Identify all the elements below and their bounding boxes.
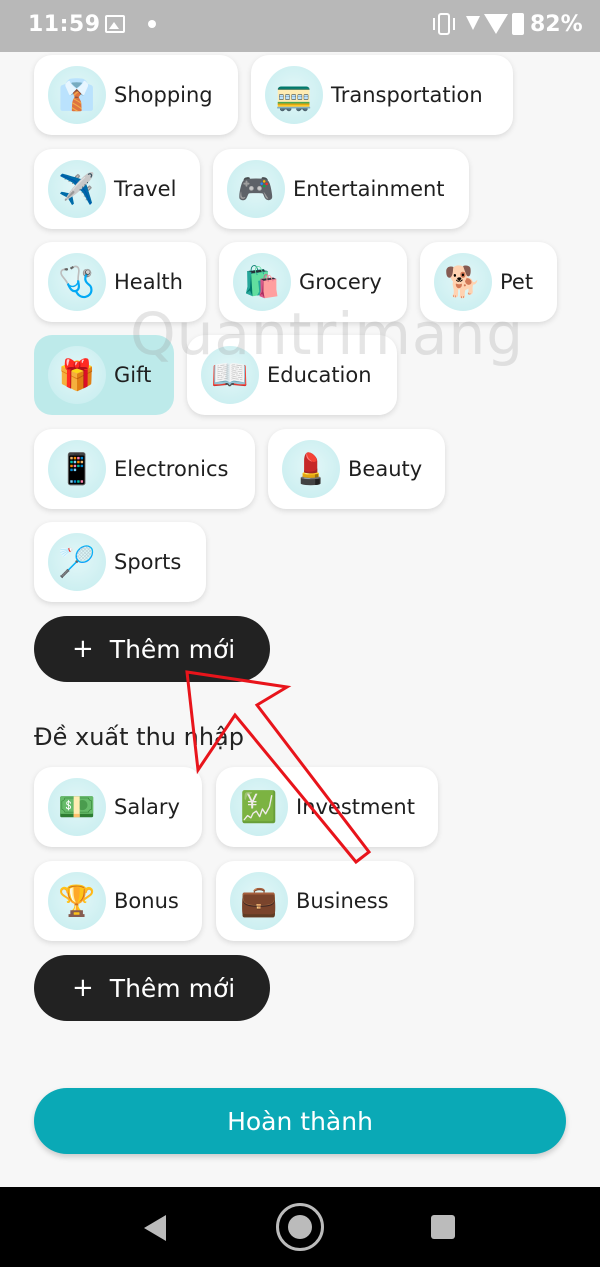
category-chip-shopping[interactable]: 👔 Shopping <box>34 55 238 135</box>
back-icon[interactable] <box>144 1215 166 1241</box>
add-expense-category-button[interactable]: + Thêm mới <box>34 616 270 682</box>
vibrate-icon <box>433 13 455 35</box>
add-new-label: Thêm mới <box>109 634 236 664</box>
add-income-category-button[interactable]: + Thêm mới <box>34 955 270 1021</box>
racket-icon: 🏸 <box>48 533 106 591</box>
category-chip-electronics[interactable]: 📱 Electronics <box>34 429 255 509</box>
income-section-title: Đề xuất thu nhập <box>34 723 244 751</box>
trophy-icon: 🏆 <box>48 872 106 930</box>
navigation-bar <box>0 1187 600 1267</box>
chip-label: Health <box>114 270 183 294</box>
chip-label: Entertainment <box>293 177 445 201</box>
money-icon: 💵 <box>48 778 106 836</box>
chip-label: Transportation <box>331 83 483 107</box>
chip-label: Shopping <box>114 83 213 107</box>
chip-label: Grocery <box>299 270 382 294</box>
gift-icon: 🎁 <box>48 346 106 404</box>
home-icon[interactable] <box>276 1203 324 1251</box>
chip-label: Sports <box>114 550 182 574</box>
category-chip-salary[interactable]: 💵 Salary <box>34 767 202 847</box>
category-chip-business[interactable]: 💼 Business <box>216 861 414 941</box>
done-button[interactable]: Hoàn thành <box>34 1088 566 1154</box>
clothes-icon: 👔 <box>48 66 106 124</box>
image-notification-icon <box>105 15 125 33</box>
gamepad-icon: 🎮 <box>227 160 285 218</box>
cosmetics-icon: 💄 <box>282 440 340 498</box>
add-new-label: Thêm mới <box>109 973 236 1003</box>
watermark: Quantrimang <box>130 300 525 368</box>
phone-icon: 📱 <box>48 440 106 498</box>
category-chip-investment[interactable]: 💹 Investment <box>216 767 438 847</box>
category-chip-transportation[interactable]: 🚃 Transportation <box>251 55 513 135</box>
data-icon <box>466 16 480 30</box>
chip-label: Business <box>296 889 389 913</box>
briefcase-icon: 💼 <box>230 872 288 930</box>
chip-label: Beauty <box>348 457 423 481</box>
chip-label: Bonus <box>114 889 179 913</box>
chip-label: Salary <box>114 795 180 819</box>
chip-label: Investment <box>296 795 415 819</box>
status-time: 11:59 <box>28 12 101 37</box>
notification-dot-icon <box>148 20 156 28</box>
medical-kit-icon: 🩺 <box>48 253 106 311</box>
chip-label: Electronics <box>114 457 229 481</box>
category-chip-beauty[interactable]: 💄 Beauty <box>268 429 445 509</box>
wifi-icon <box>484 14 508 34</box>
category-chip-entertainment[interactable]: 🎮 Entertainment <box>213 149 469 229</box>
plus-icon: + <box>72 634 94 664</box>
category-chip-sports[interactable]: 🏸 Sports <box>34 522 206 602</box>
chip-label: Travel <box>114 177 177 201</box>
airplane-icon: ✈️ <box>48 160 106 218</box>
status-bar: 11:59 82% <box>0 0 600 52</box>
investment-icon: 💹 <box>230 778 288 836</box>
battery-percent: 82% <box>530 12 583 37</box>
train-icon: 🚃 <box>265 66 323 124</box>
category-chip-bonus[interactable]: 🏆 Bonus <box>34 861 202 941</box>
category-chip-travel[interactable]: ✈️ Travel <box>34 149 200 229</box>
plus-icon: + <box>72 973 94 1003</box>
chip-label: Pet <box>500 270 534 294</box>
battery-icon <box>512 13 524 35</box>
recent-apps-icon[interactable] <box>431 1215 455 1239</box>
